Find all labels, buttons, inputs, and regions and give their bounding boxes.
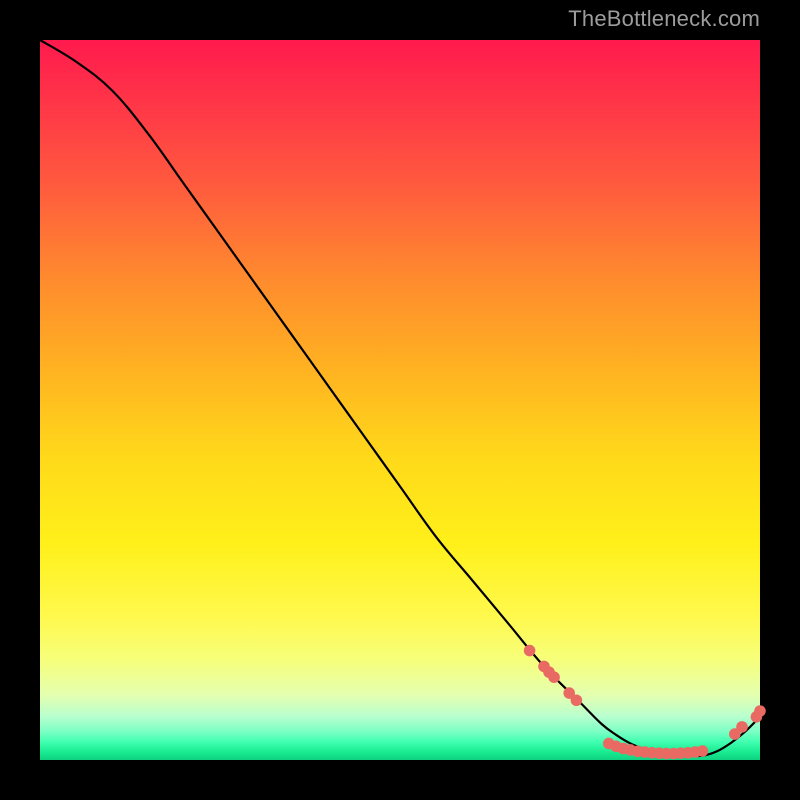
data-marker — [571, 694, 583, 706]
data-marker — [736, 721, 748, 733]
chart-svg — [40, 40, 760, 760]
plot-area — [40, 40, 760, 760]
bottleneck-curve — [40, 40, 760, 756]
data-marker — [524, 645, 536, 657]
chart-stage: TheBottleneck.com — [0, 0, 800, 800]
data-marker — [697, 745, 709, 757]
watermark-text: TheBottleneck.com — [568, 6, 760, 32]
data-marker — [754, 705, 766, 717]
data-markers — [524, 645, 766, 760]
data-marker — [548, 671, 560, 683]
